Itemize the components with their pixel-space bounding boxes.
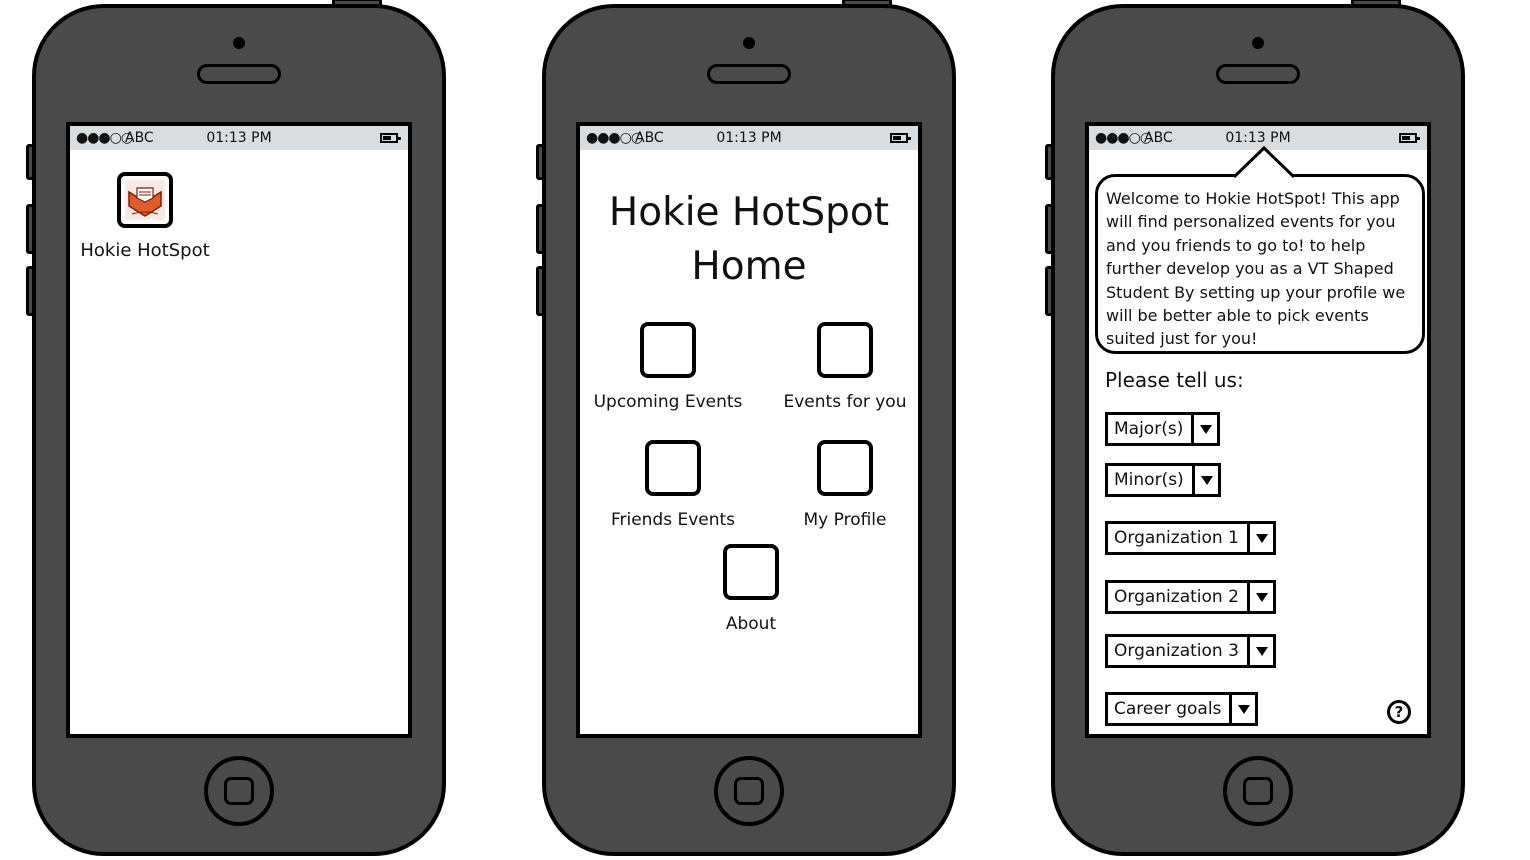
minor-dropdown[interactable]: Minor(s): [1105, 463, 1221, 497]
upcoming-events-icon: [640, 322, 696, 378]
hokie-hotspot-app-icon[interactable]: [117, 172, 173, 228]
organization-1-dropdown-label: Organization 1: [1114, 528, 1239, 548]
hokie-hotspot-logo-icon: [125, 180, 165, 220]
phone-screen: ●●●○○ ABC 01:13 PM Hokie HotSpot Home Up…: [576, 122, 922, 738]
front-camera: [743, 37, 755, 49]
page-title-line2: Home: [691, 244, 807, 289]
status-bar: ●●●○○ ABC 01:13 PM: [70, 126, 408, 150]
phone-profile-setup: ●●●○○ ABC 01:13 PM Welcome to Hokie HotS…: [1045, 0, 1465, 856]
welcome-tooltip: Welcome to Hokie HotSpot! This app will …: [1095, 174, 1425, 354]
major-dropdown-label: Major(s): [1114, 419, 1184, 439]
help-icon[interactable]: ?: [1387, 700, 1411, 724]
welcome-text: Welcome to Hokie HotSpot! This app will …: [1106, 189, 1406, 349]
chevron-down-icon: [1246, 524, 1273, 552]
page-title-line1: Hokie HotSpot: [608, 190, 890, 235]
events-for-you-label: Events for you: [783, 392, 907, 412]
tooltip-pointer: [1232, 145, 1296, 179]
friends-events-button[interactable]: Friends Events: [598, 440, 748, 530]
earpiece-speaker: [197, 64, 281, 84]
front-camera: [1252, 37, 1264, 49]
about-button[interactable]: About: [676, 544, 826, 634]
chevron-down-icon: [1191, 466, 1218, 494]
home-button[interactable]: [714, 756, 784, 826]
organization-2-dropdown[interactable]: Organization 2: [1105, 580, 1276, 614]
organization-3-dropdown[interactable]: Organization 3: [1105, 634, 1276, 668]
chevron-down-icon: [1191, 415, 1217, 443]
please-tell-us-label: Please tell us:: [1105, 368, 1244, 392]
phone-screen: ●●●○○ ABC 01:13 PM Welcome to Hokie HotS…: [1085, 122, 1431, 738]
battery-icon: [380, 133, 401, 143]
chevron-down-icon: [1229, 695, 1255, 723]
phone-app-launcher: ●●●○○ ABC 01:13 PM Hokie HotSpot: [26, 0, 446, 856]
status-bar: ●●●○○ ABC 01:13 PM: [580, 126, 918, 150]
about-icon: [723, 544, 779, 600]
status-time: 01:13 PM: [206, 130, 272, 146]
minor-dropdown-label: Minor(s): [1114, 470, 1184, 490]
battery-icon: [890, 133, 911, 143]
organization-2-dropdown-label: Organization 2: [1114, 587, 1239, 607]
hokie-logo-graphic-icon: [128, 187, 162, 217]
home-square-icon: [734, 777, 764, 805]
events-for-you-icon: [817, 322, 873, 378]
front-camera: [233, 37, 245, 49]
status-time: 01:13 PM: [716, 130, 782, 146]
phone-home-screen: ●●●○○ ABC 01:13 PM Hokie HotSpot Home Up…: [536, 0, 956, 856]
app-icon-label: Hokie HotSpot: [80, 240, 210, 261]
major-dropdown[interactable]: Major(s): [1105, 412, 1221, 446]
my-profile-label: My Profile: [803, 510, 887, 530]
page-title: Hokie HotSpot Home: [580, 186, 918, 294]
home-square-icon: [1243, 777, 1273, 805]
home-button[interactable]: [204, 756, 274, 826]
chevron-down-icon: [1246, 583, 1273, 611]
organization-1-dropdown[interactable]: Organization 1: [1105, 521, 1276, 555]
home-square-icon: [224, 777, 254, 805]
upcoming-events-label: Upcoming Events: [593, 392, 743, 412]
events-for-you-button[interactable]: Events for you: [770, 322, 918, 412]
earpiece-speaker: [707, 64, 791, 84]
phone-screen: ●●●○○ ABC 01:13 PM Hokie HotSpot: [66, 122, 412, 738]
home-button[interactable]: [1223, 756, 1293, 826]
organization-3-dropdown-label: Organization 3: [1114, 641, 1239, 661]
career-goals-dropdown[interactable]: Career goals: [1105, 692, 1259, 726]
friends-events-icon: [645, 440, 701, 496]
earpiece-speaker: [1216, 64, 1300, 84]
chevron-down-icon: [1246, 637, 1273, 665]
battery-icon: [1399, 133, 1420, 143]
about-label: About: [725, 614, 777, 634]
my-profile-button[interactable]: My Profile: [770, 440, 918, 530]
my-profile-icon: [817, 440, 873, 496]
career-goals-dropdown-label: Career goals: [1114, 699, 1222, 719]
friends-events-label: Friends Events: [610, 510, 736, 530]
upcoming-events-button[interactable]: Upcoming Events: [588, 322, 748, 412]
